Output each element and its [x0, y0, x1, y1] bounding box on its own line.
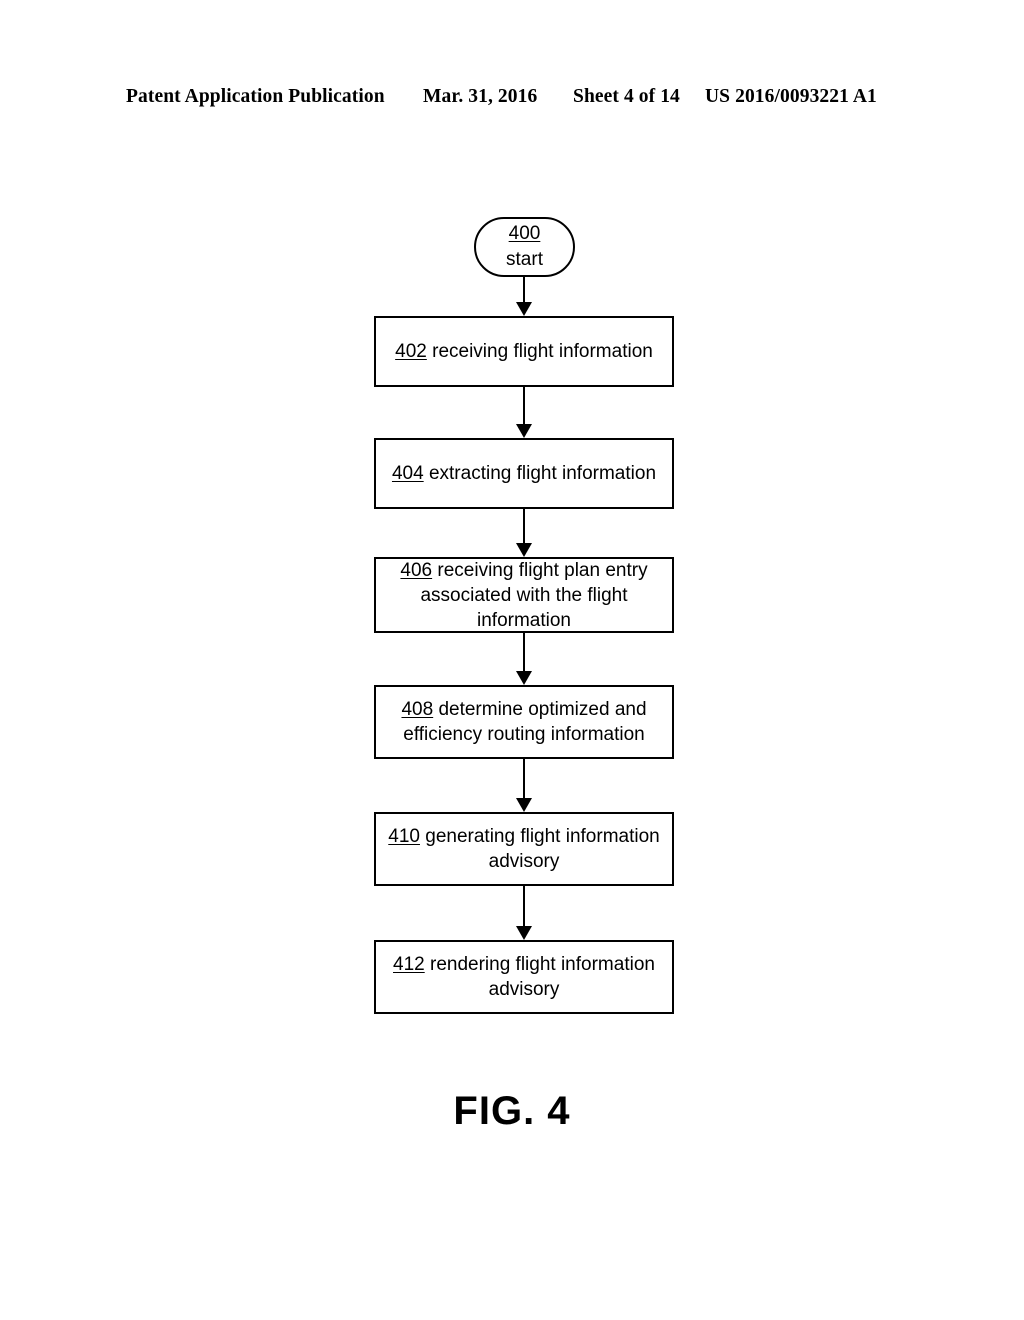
flow-arrow-start-to-step-402	[512, 277, 536, 316]
flowchart-node-406: 406 receiving flight plan entry associat…	[374, 557, 674, 633]
node-reference-numeral: 410	[388, 826, 420, 847]
arrowhead-icon	[516, 302, 532, 316]
flow-arrow-step-404-to-step-406	[512, 509, 536, 557]
arrowhead-icon	[516, 798, 532, 812]
flow-arrow-step-410-to-step-412	[512, 886, 536, 940]
arrow-stem	[523, 277, 525, 303]
node-description: extracting flight information	[423, 463, 657, 484]
node-description: rendering flight information advisory	[424, 954, 655, 1000]
node-label: 404 extracting flight information	[382, 461, 666, 486]
node-label: 406 receiving flight plan entry associat…	[376, 558, 672, 633]
node-label: 410 generating flight information adviso…	[376, 824, 672, 874]
node-label: 402 receiving flight information	[385, 339, 663, 364]
node-reference-numeral: 402	[395, 341, 427, 362]
node-label: 412 rendering flight information advisor…	[376, 952, 672, 1002]
flowchart-node-408: 408 determine optimized and efficiency r…	[374, 685, 674, 759]
arrow-stem	[523, 387, 525, 425]
flowchart-node-410: 410 generating flight information adviso…	[374, 812, 674, 886]
node-reference-numeral: 400	[508, 223, 541, 244]
node-reference-numeral: 412	[393, 954, 425, 975]
flow-arrow-step-406-to-step-408	[512, 633, 536, 685]
arrow-stem	[523, 633, 525, 672]
flowchart-node-404: 404 extracting flight information	[374, 438, 674, 509]
node-label: 400 start	[496, 221, 553, 273]
node-reference-numeral: 404	[391, 463, 424, 484]
node-reference-numeral: 406	[400, 559, 433, 581]
figure-caption: FIG. 4	[453, 1089, 571, 1133]
node-description: start	[506, 249, 543, 270]
node-label: 408 determine optimized and efficiency r…	[376, 697, 672, 747]
node-description: receiving flight plan entry associated w…	[420, 559, 648, 631]
arrowhead-icon	[516, 926, 532, 940]
flowchart-node-412: 412 rendering flight information advisor…	[374, 940, 674, 1014]
flow-arrow-step-402-to-step-404	[512, 387, 536, 438]
arrow-stem	[523, 509, 525, 544]
node-description: receiving flight information	[426, 341, 653, 362]
node-reference-numeral: 408	[401, 699, 434, 720]
node-description: determine optimized and efficiency routi…	[403, 699, 647, 745]
flowchart-node-400: 400 start	[474, 217, 575, 277]
flow-arrow-step-408-to-step-410	[512, 759, 536, 812]
arrowhead-icon	[516, 671, 532, 685]
arrowhead-icon	[516, 424, 532, 438]
flowchart-node-402: 402 receiving flight information	[374, 316, 674, 387]
arrowhead-icon	[516, 543, 532, 557]
node-description: generating flight information advisory	[419, 826, 660, 872]
arrow-stem	[523, 886, 525, 927]
arrow-stem	[523, 759, 525, 799]
